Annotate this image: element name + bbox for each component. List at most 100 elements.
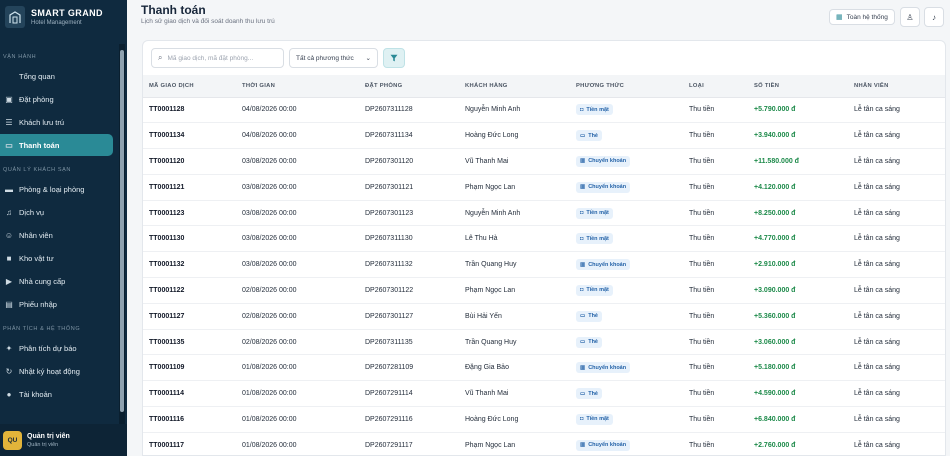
sidebar-item[interactable]: Tổng quan bbox=[0, 65, 113, 87]
table-row[interactable]: TT0001120 03/08/2026 00:00 DP2607301120 Vũ … bbox=[143, 148, 945, 175]
notification-button[interactable]: ♪ bbox=[924, 7, 944, 27]
table-row[interactable]: TT0001117 01/08/2026 00:00 DP2607291117 Phạ… bbox=[143, 432, 945, 455]
sidebar-item[interactable]: ■ Kho vật tư bbox=[0, 247, 113, 269]
search-input[interactable] bbox=[167, 54, 273, 62]
scrollbar-thumb[interactable] bbox=[120, 50, 124, 412]
column-header[interactable]: KHÁCH HÀNG bbox=[459, 75, 570, 98]
payment-method-label: Thẻ bbox=[588, 132, 598, 139]
receipt-icon: ▤ bbox=[5, 299, 13, 309]
staff-name: Lễ tân ca sáng bbox=[848, 225, 945, 253]
table-row[interactable]: TT0001127 02/08/2026 00:00 DP2607301127 Bùi… bbox=[143, 303, 945, 330]
payment-method-badge: ▥ Chuyển khoản bbox=[576, 181, 631, 193]
table-row[interactable]: TT0001114 01/08/2026 00:00 DP2607291114 Vũ … bbox=[143, 380, 945, 408]
transaction-type: Thu tiền bbox=[683, 303, 748, 330]
table-row[interactable]: TT0001109 01/08/2026 00:00 DP2607281109 Đặn… bbox=[143, 354, 945, 382]
booking-code: DP2607311135 bbox=[359, 329, 459, 356]
payment-method-cell: ◘ Tiền mặt bbox=[570, 200, 683, 227]
payment-method-badge: ▥ Chuyển khoản bbox=[576, 362, 631, 374]
table-row[interactable]: TT0001121 03/08/2026 00:00 DP2607301121 Phạ… bbox=[143, 174, 945, 201]
filter-button[interactable] bbox=[383, 48, 405, 68]
staff-name: Lễ tân ca sáng bbox=[848, 174, 945, 201]
booking-code: DP2607301127 bbox=[359, 303, 459, 330]
page-subtitle: Lịch sử giao dịch và đối soát doanh thu … bbox=[141, 18, 275, 25]
sidebar-nav: VẬN HÀNH Tổng quan ▣ Đặt phòng ☰ Khách lưu tr… bbox=[0, 44, 118, 424]
booking-code: DP2607311134 bbox=[359, 122, 459, 150]
box-icon: ■ bbox=[6, 253, 12, 263]
payment-method-label: Tiền mặt bbox=[586, 210, 609, 217]
system-scope-button[interactable]: ▦ Toàn hệ thống bbox=[829, 9, 895, 25]
table-row[interactable]: TT0001128 04/08/2026 00:00 DP2607311128 Ngu… bbox=[143, 97, 945, 124]
table-row[interactable]: TT0001130 03/08/2026 00:00 DP2607311130 Lê … bbox=[143, 225, 945, 253]
sidebar-item-label: Thanh toán bbox=[19, 140, 60, 150]
table-row[interactable]: TT0001123 03/08/2026 00:00 DP2607301123 Ngu… bbox=[143, 200, 945, 227]
guest-name: Nguyễn Minh Anh bbox=[459, 97, 570, 124]
transaction-time: 01/08/2026 00:00 bbox=[236, 432, 359, 455]
sidebar-item-label: Nhà cung cấp bbox=[19, 276, 66, 286]
payment-method-badge: ◘ Tiền mặt bbox=[576, 413, 613, 425]
payment-method-icon: ▭ bbox=[580, 313, 586, 320]
transaction-type: Thu tiền bbox=[683, 97, 748, 124]
transaction-type: Thu tiền bbox=[683, 432, 748, 455]
booking-code: DP2607281109 bbox=[359, 354, 459, 382]
sidebar-item-label: Dịch vụ bbox=[19, 207, 45, 217]
user-profile[interactable]: QU Quản trị viên Quản trị viên bbox=[0, 424, 127, 456]
method-select[interactable]: Tất cả phương thức ⌄ bbox=[289, 48, 378, 68]
payment-method-cell: ◘ Tiền mặt bbox=[570, 277, 683, 304]
card-icon: ▭ bbox=[5, 140, 13, 150]
truck-icon: ▶ bbox=[5, 276, 13, 286]
sidebar-item[interactable]: ▭ Thanh toán bbox=[0, 134, 113, 156]
table-row[interactable]: TT0001135 02/08/2026 00:00 DP2607311135 Trầ… bbox=[143, 329, 945, 356]
sidebar-scrollbar[interactable] bbox=[119, 44, 125, 424]
guest-name: Lê Thu Hà bbox=[459, 225, 570, 253]
booking-code: DP2607311132 bbox=[359, 251, 459, 279]
hotel-logo-icon bbox=[5, 6, 25, 28]
sidebar-item[interactable]: ▬ Phòng & loại phòng bbox=[0, 178, 113, 200]
column-header[interactable]: LOẠI bbox=[683, 75, 748, 98]
sidebar-item[interactable]: ● Tài khoản bbox=[0, 383, 113, 405]
payment-method-label: Chuyển khoản bbox=[588, 442, 627, 449]
sidebar-item-label: Kho vật tư bbox=[19, 253, 54, 263]
transaction-type: Thu tiền bbox=[683, 354, 748, 382]
payment-method-cell: ▥ Chuyển khoản bbox=[570, 354, 683, 382]
sidebar-item[interactable]: ☺ Nhân viên bbox=[0, 224, 113, 246]
staff-name: Lễ tân ca sáng bbox=[848, 303, 945, 330]
table-row[interactable]: TT0001134 04/08/2026 00:00 DP2607311134 Hoà… bbox=[143, 122, 945, 150]
payment-method-icon: ▭ bbox=[580, 132, 586, 139]
brand-name: SMART GRAND bbox=[31, 8, 103, 18]
transaction-time: 01/08/2026 00:00 bbox=[236, 380, 359, 408]
payment-method-badge: ▭ Thẻ bbox=[576, 388, 602, 400]
profile-button[interactable]: ♙ bbox=[900, 7, 920, 27]
payment-method-icon: ◘ bbox=[580, 106, 584, 113]
staff-name: Lễ tân ca sáng bbox=[848, 406, 945, 433]
column-header[interactable]: MÃ GIAO DỊCH bbox=[143, 75, 236, 98]
sidebar-item[interactable]: ▤ Phiếu nhập bbox=[0, 293, 113, 315]
sidebar-item-label: Nhân viên bbox=[19, 230, 53, 240]
sidebar-item[interactable]: ▣ Đặt phòng bbox=[0, 88, 113, 110]
staff-name: Lễ tân ca sáng bbox=[848, 251, 945, 279]
booking-code: DP2607301120 bbox=[359, 148, 459, 175]
guest-icon: ☰ bbox=[5, 117, 13, 127]
sidebar-item[interactable]: ✦ Phân tích dự báo bbox=[0, 337, 113, 359]
column-header[interactable]: SỐ TIỀN bbox=[748, 75, 848, 98]
column-header[interactable]: ĐẶT PHÒNG bbox=[359, 75, 459, 98]
building-icon: ▦ bbox=[836, 14, 843, 21]
table-row[interactable]: TT0001132 03/08/2026 00:00 DP2607311132 Trầ… bbox=[143, 251, 945, 279]
transaction-amount: +2.760.000 đ bbox=[748, 432, 848, 455]
sidebar-item[interactable]: ☰ Khách lưu trú bbox=[0, 111, 113, 133]
sidebar-item[interactable]: ↻ Nhật ký hoạt động bbox=[0, 360, 113, 382]
column-header[interactable]: THỜI GIAN bbox=[236, 75, 359, 98]
sidebar-item[interactable]: ▶ Nhà cung cấp bbox=[0, 270, 113, 292]
brand[interactable]: SMART GRAND Hotel Management bbox=[0, 0, 127, 34]
transaction-type: Thu tiền bbox=[683, 122, 748, 150]
transaction-code: TT0001127 bbox=[143, 303, 236, 330]
sidebar-item[interactable]: ♫ Dịch vụ bbox=[0, 201, 113, 223]
search-box[interactable]: ⌕ bbox=[151, 48, 284, 68]
column-header[interactable]: NHÂN VIÊN bbox=[848, 75, 945, 98]
transaction-time: 03/08/2026 00:00 bbox=[236, 225, 359, 253]
table-row[interactable]: TT0001122 02/08/2026 00:00 DP2607301122 Phạ… bbox=[143, 277, 945, 304]
table-row[interactable]: TT0001116 01/08/2026 00:00 DP2607291116 Hoà… bbox=[143, 406, 945, 433]
payment-method-label: Chuyển khoản bbox=[588, 158, 627, 165]
transaction-amount: +2.910.000 đ bbox=[748, 251, 848, 279]
column-header[interactable]: PHƯƠNG THỨC bbox=[570, 75, 683, 98]
payment-method-label: Tiền mặt bbox=[586, 287, 609, 294]
